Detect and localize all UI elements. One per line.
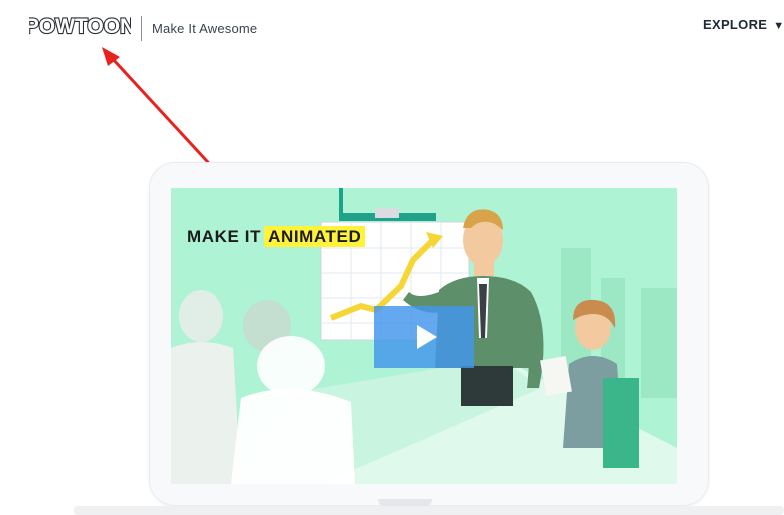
video-player[interactable]: MAKE IT ANIMATED	[171, 188, 677, 484]
laptop-base	[74, 506, 784, 515]
explore-label: EXPLORE	[703, 17, 768, 32]
headline-prefix: MAKE IT	[187, 227, 262, 246]
annotation-arrow-shaft	[110, 56, 219, 174]
header-divider	[141, 16, 142, 41]
logo-wordmark: POWTOON	[29, 14, 131, 39]
triangle-down-icon: ▼	[773, 20, 784, 32]
play-button[interactable]	[374, 306, 474, 368]
play-icon	[417, 325, 437, 349]
explore-menu[interactable]: EXPLORE ▼	[703, 17, 784, 32]
headline-highlight: ANIMATED	[264, 226, 366, 247]
powtoon-logo[interactable]: POWTOON	[29, 8, 131, 42]
video-headline: MAKE IT ANIMATED	[187, 226, 366, 247]
logo-text: POWTOON	[29, 15, 131, 38]
header-tagline: Make It Awesome	[152, 21, 258, 36]
site-header: POWTOON Make It Awesome EXPLORE ▼	[0, 0, 784, 56]
